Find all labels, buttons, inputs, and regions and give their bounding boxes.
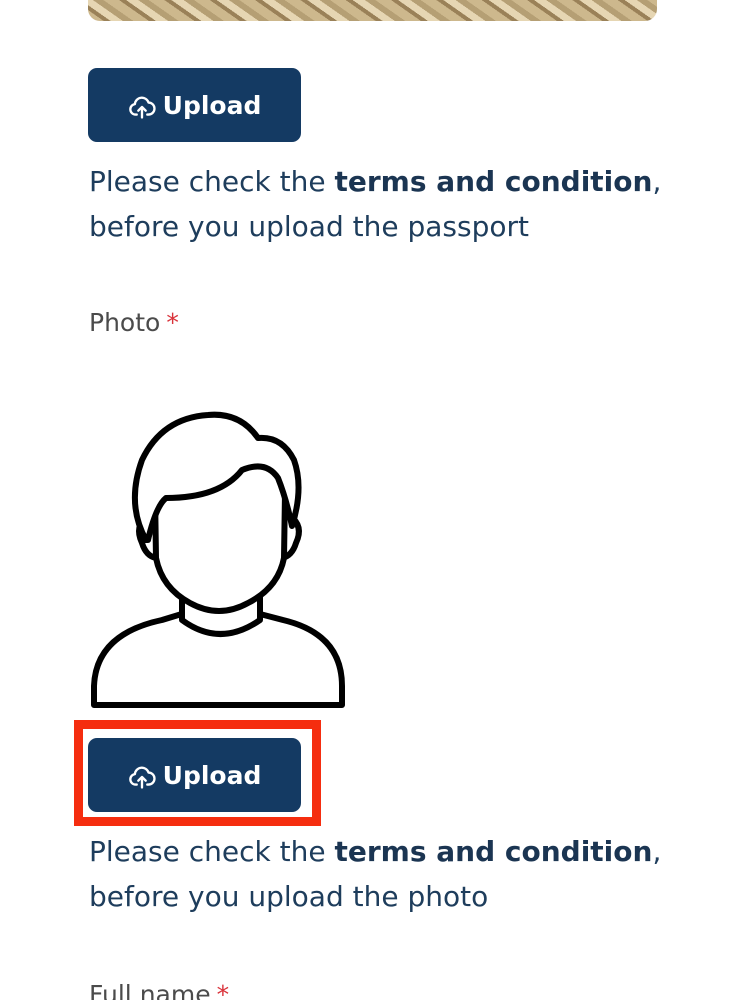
photo-field-label: Photo *	[89, 308, 179, 337]
cloud-upload-icon	[128, 93, 156, 121]
full-name-label-text: Full name	[89, 980, 211, 1000]
full-name-field-label: Full name *	[89, 980, 229, 1000]
full-name-required-mark: *	[216, 980, 230, 1000]
cloud-upload-icon	[128, 763, 156, 791]
passport-image-preview	[88, 0, 657, 21]
upload-form-page: Upload Please check the terms and condit…	[0, 0, 745, 1000]
photo-label-text: Photo	[89, 308, 161, 337]
upload-photo-button[interactable]: Upload	[88, 738, 301, 812]
passport-terms-prefix: Please check the	[89, 165, 335, 198]
photo-terms-prefix: Please check the	[89, 835, 335, 868]
photo-terms-notice: Please check the terms and condition, be…	[89, 829, 709, 919]
upload-passport-button-label: Upload	[162, 90, 262, 120]
photo-required-mark: *	[166, 308, 179, 337]
upload-passport-button[interactable]: Upload	[88, 68, 301, 142]
passport-terms-link[interactable]: terms and condition	[335, 165, 653, 198]
upload-photo-button-label: Upload	[162, 760, 262, 790]
photo-terms-link[interactable]: terms and condition	[335, 835, 653, 868]
passport-terms-notice: Please check the terms and condition, be…	[89, 159, 709, 249]
user-avatar-placeholder-icon	[91, 411, 345, 708]
